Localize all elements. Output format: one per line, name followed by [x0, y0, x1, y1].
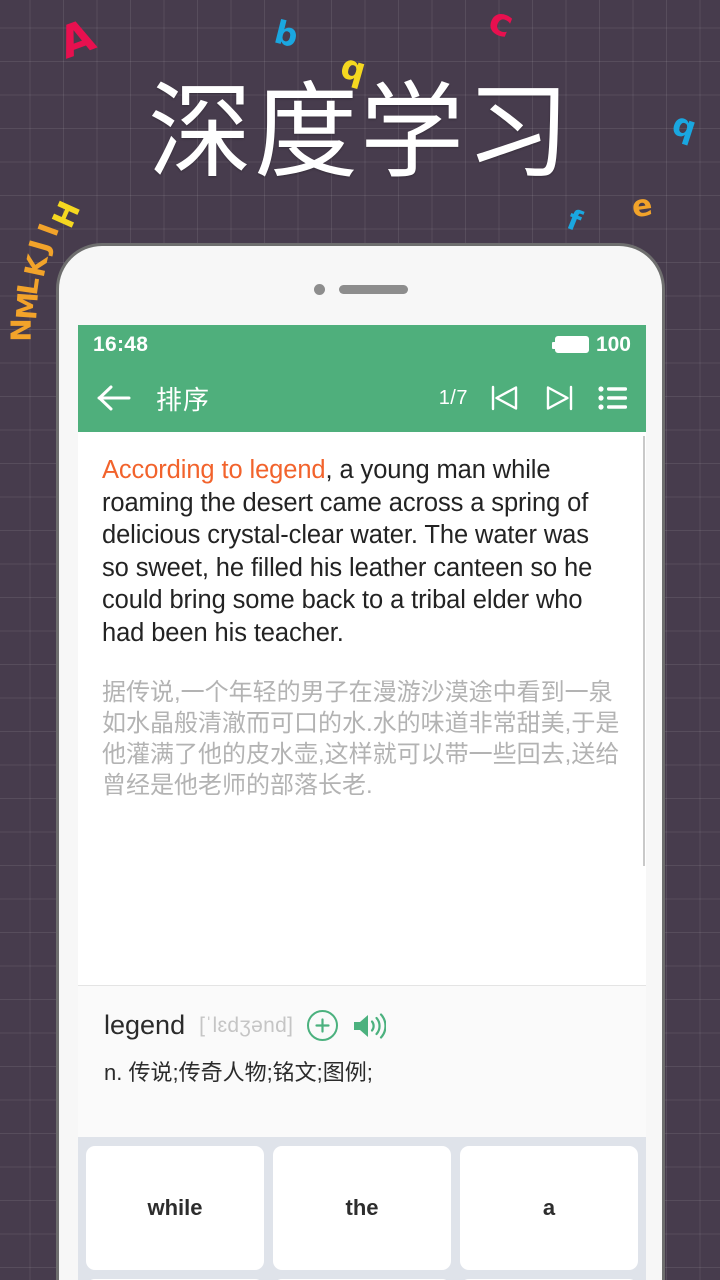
toolbar-title: 排序 — [156, 384, 211, 415]
dictionary-panel: legend [ˈlɛdʒənd] n. 传说;传奇人物;铭文;图例; — [78, 985, 646, 1137]
dictionary-definition: n. 传说;传奇人物;铭文;图例; — [104, 1060, 373, 1085]
app-screen: 16:48 100 排序 1/7 According to legend, a … — [78, 325, 646, 1280]
speaker-volume-icon[interactable] — [352, 1012, 387, 1040]
passage-rest: , a young man while roaming the desert c… — [102, 456, 593, 647]
word-tile-grid: whiletheayoungroamingman — [86, 1146, 638, 1280]
decor-letter-m-12: M — [10, 290, 45, 322]
arrow-left-icon[interactable] — [94, 378, 134, 418]
skip-next-icon[interactable] — [542, 381, 576, 415]
phone-mockup: 16:48 100 排序 1/7 According to legend, a … — [56, 243, 665, 1280]
toolbar-actions: 1/7 — [439, 381, 630, 415]
decor-letter-n-13: N — [4, 318, 38, 342]
page-indicator: 1/7 — [438, 386, 468, 409]
battery-full-icon — [551, 336, 589, 353]
earpiece-speaker — [338, 285, 408, 294]
word-tile[interactable]: while — [86, 1146, 264, 1270]
dictionary-header: legend [ˈlɛdʒənd] — [104, 1010, 620, 1041]
decor-letter-e-5: e — [629, 187, 655, 226]
app-toolbar: 排序 1/7 — [78, 364, 646, 432]
status-time: 16:48 — [93, 332, 149, 356]
dictionary-phonetic: [ˈlɛdʒənd] — [199, 1013, 294, 1037]
passage-chinese: 据传说,一个年轻的男子在漫游沙漠途中看到一泉如水晶般清澈而可口的水.水的味道非常… — [102, 678, 620, 799]
dictionary-word: legend — [104, 1010, 186, 1040]
passage-highlight[interactable]: According to legend — [102, 456, 326, 484]
scrollbar[interactable] — [643, 436, 645, 866]
word-tile[interactable]: a — [460, 1146, 638, 1270]
add-circle-icon[interactable] — [307, 1010, 339, 1041]
battery-level-label: 100 — [595, 332, 631, 356]
status-bar-right: 100 — [551, 332, 631, 357]
camera-icon — [313, 284, 325, 295]
status-bar: 16:48 100 — [78, 325, 646, 364]
word-tile-tray: whiletheayoungroamingman — [78, 1137, 646, 1280]
page-title: 深度学习 — [147, 71, 572, 193]
phone-notch — [59, 284, 662, 295]
passage-english[interactable]: According to legend, a young man while r… — [102, 454, 622, 650]
word-tile[interactable]: the — [273, 1146, 451, 1270]
reading-area: According to legend, a young man while r… — [78, 432, 646, 985]
skip-previous-icon[interactable] — [488, 381, 522, 415]
list-menu-icon[interactable] — [596, 381, 630, 415]
